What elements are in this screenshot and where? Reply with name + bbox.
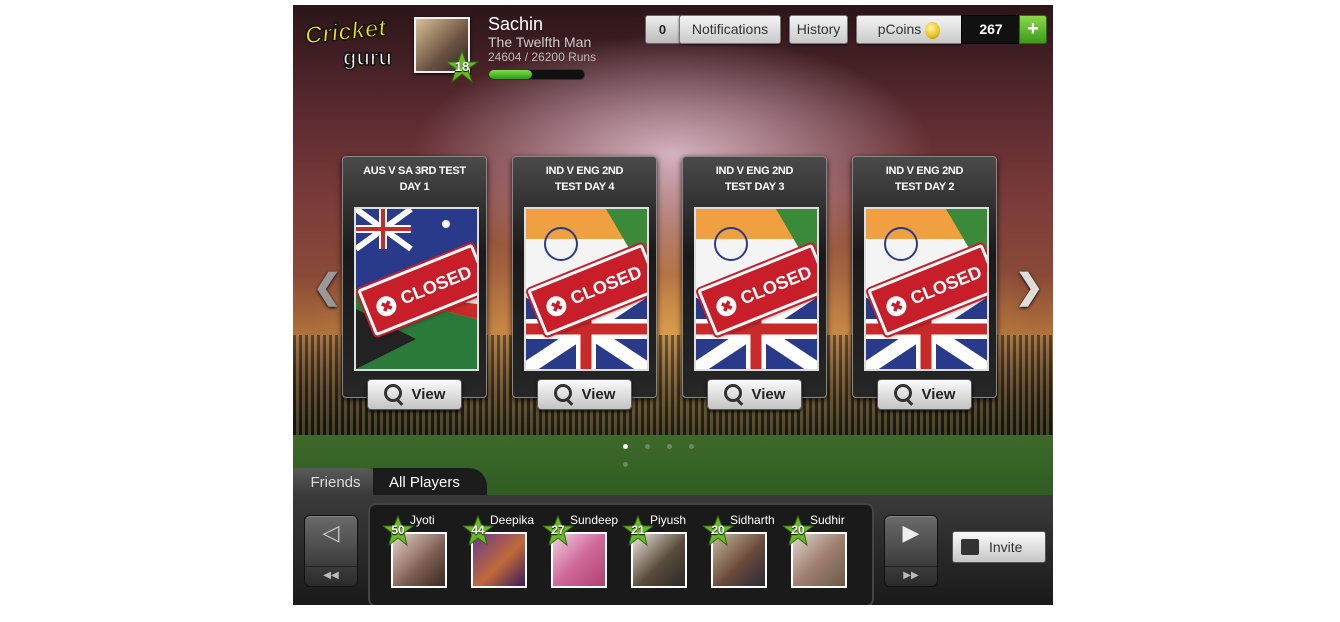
match-title-line1: IND V ENG 2ND [885, 165, 964, 177]
add-contact-icon [961, 539, 979, 556]
level-star-icon [702, 515, 734, 547]
add-coins-button[interactable]: + [1019, 15, 1047, 44]
match-title-line2: DAY 1 [399, 181, 430, 193]
player-tabs: Friends All Players [293, 468, 1053, 495]
match-flags-image: ✖ CLOSED [354, 207, 479, 371]
pcoins-button[interactable]: pCoins [856, 15, 962, 44]
search-icon [723, 384, 742, 403]
view-label: View [921, 386, 956, 403]
player-name: Sundeep [570, 513, 619, 527]
page-dot[interactable] [623, 462, 628, 467]
view-label: View [411, 386, 446, 403]
svg-text:guru: guru [343, 45, 392, 70]
level-star-icon [382, 515, 414, 547]
player-name: Deepika [490, 513, 535, 527]
match-title: IND V ENG 2ND TEST DAY 4 [513, 163, 656, 195]
players-prev-button[interactable]: ◁ ◀◀ [304, 515, 358, 587]
player-item[interactable]: Deepika 44 [462, 507, 534, 597]
close-icon: ✖ [543, 293, 570, 320]
match-title-line1: IND V ENG 2ND [715, 165, 794, 177]
view-button[interactable]: View [877, 379, 972, 410]
player-name: Sudhir [810, 513, 845, 527]
coin-icon [925, 21, 941, 39]
runs-progress-fill [489, 70, 532, 79]
player-name: Piyush [650, 513, 687, 527]
player-item[interactable]: Sundeep 27 [542, 507, 618, 597]
prev-icon: ◁ [322, 520, 340, 545]
players-panel: ◁ ◀◀ Jyoti 50 Deepika 44 Sundeep 27 Piyush 21 Si… [293, 495, 1053, 605]
player-item[interactable]: Sidharth 20 [702, 507, 775, 597]
match-flags-image: ✖ CLOSED [694, 207, 819, 371]
level-star-icon [542, 515, 574, 547]
rewind-icon[interactable]: ◀◀ [305, 566, 357, 581]
match-flags-image: ✖ CLOSED [864, 207, 989, 371]
match-title: AUS V SA 3RD TEST DAY 1 [343, 163, 486, 195]
player-item[interactable]: Piyush 21 [622, 507, 687, 597]
history-button[interactable]: History [789, 15, 848, 44]
page-dot[interactable] [623, 444, 628, 449]
player-item[interactable]: Jyoti 50 [382, 507, 447, 597]
player-item[interactable]: Sudhir 20 [782, 507, 847, 597]
runs-progress-bar [488, 69, 585, 80]
view-button[interactable]: View [707, 379, 802, 410]
view-button[interactable]: View [367, 379, 462, 410]
carousel-pagination [623, 436, 723, 467]
invite-label: Invite [989, 539, 1023, 555]
player-name: Sidharth [730, 513, 775, 527]
close-icon: ✖ [713, 293, 740, 320]
chevron-left-icon[interactable]: ❮ [313, 267, 342, 307]
view-label: View [581, 386, 616, 403]
page-dot[interactable] [689, 444, 694, 449]
match-card[interactable]: IND V ENG 2ND TEST DAY 3 ✖ CLOSED View [682, 156, 827, 410]
user-title: The Twelfth Man [488, 34, 592, 50]
search-icon [383, 384, 402, 403]
match-title: IND V ENG 2ND TEST DAY 2 [853, 163, 996, 195]
user-name: Sachin [488, 14, 544, 34]
chevron-right-icon[interactable]: ❯ [1015, 267, 1044, 307]
notifications-count[interactable]: 0 [645, 15, 680, 44]
page-dot[interactable] [645, 444, 650, 449]
page-dot[interactable] [667, 444, 672, 449]
level-star-icon [782, 515, 814, 547]
match-card[interactable]: IND V ENG 2ND TEST DAY 4 ✖ CLOSED View [512, 156, 657, 410]
match-title: IND V ENG 2ND TEST DAY 3 [683, 163, 826, 195]
level-star-icon [622, 515, 654, 547]
pcoins-value: 267 [961, 15, 1021, 44]
search-icon [553, 384, 572, 403]
next-icon: ▶ [902, 520, 920, 545]
players-strip: Jyoti 50 Deepika 44 Sundeep 27 Piyush 21 Sidhart… [368, 503, 874, 605]
level-star-icon [445, 50, 479, 84]
match-card[interactable]: IND V ENG 2ND TEST DAY 2 ✖ CLOSED View [852, 156, 997, 410]
runs-text: 24604 / 26200 Runs [488, 50, 597, 64]
tab-friends[interactable]: Friends [293, 468, 378, 495]
match-flags-image: ✖ CLOSED [524, 207, 649, 371]
search-icon [893, 384, 912, 403]
tab-all-players[interactable]: All Players [373, 468, 487, 495]
players-next-button[interactable]: ▶ ▶▶ [884, 515, 938, 587]
view-button[interactable]: View [537, 379, 632, 410]
match-title-line1: AUS V SA 3RD TEST [363, 165, 466, 177]
view-label: View [751, 386, 786, 403]
notifications-button[interactable]: Notifications [679, 15, 781, 44]
close-icon: ✖ [883, 293, 910, 320]
match-title-line2: TEST DAY 4 [554, 181, 615, 193]
pcoins-label: pCoins [877, 21, 922, 37]
match-card[interactable]: AUS V SA 3RD TEST DAY 1 ✖ CLOSED View [342, 156, 487, 410]
level-star-icon [462, 515, 494, 547]
fast-forward-icon[interactable]: ▶▶ [885, 566, 937, 581]
close-icon: ✖ [373, 293, 400, 320]
cricket-guru-logo: Cricket guru [303, 14, 393, 71]
invite-button[interactable]: Invite [952, 531, 1046, 563]
match-title-line1: IND V ENG 2ND [545, 165, 624, 177]
game-screen: Cricket guru 18 Sachin The Twelfth Man 2… [293, 5, 1053, 605]
match-title-line2: TEST DAY 2 [894, 181, 955, 193]
match-title-line2: TEST DAY 3 [724, 181, 785, 193]
